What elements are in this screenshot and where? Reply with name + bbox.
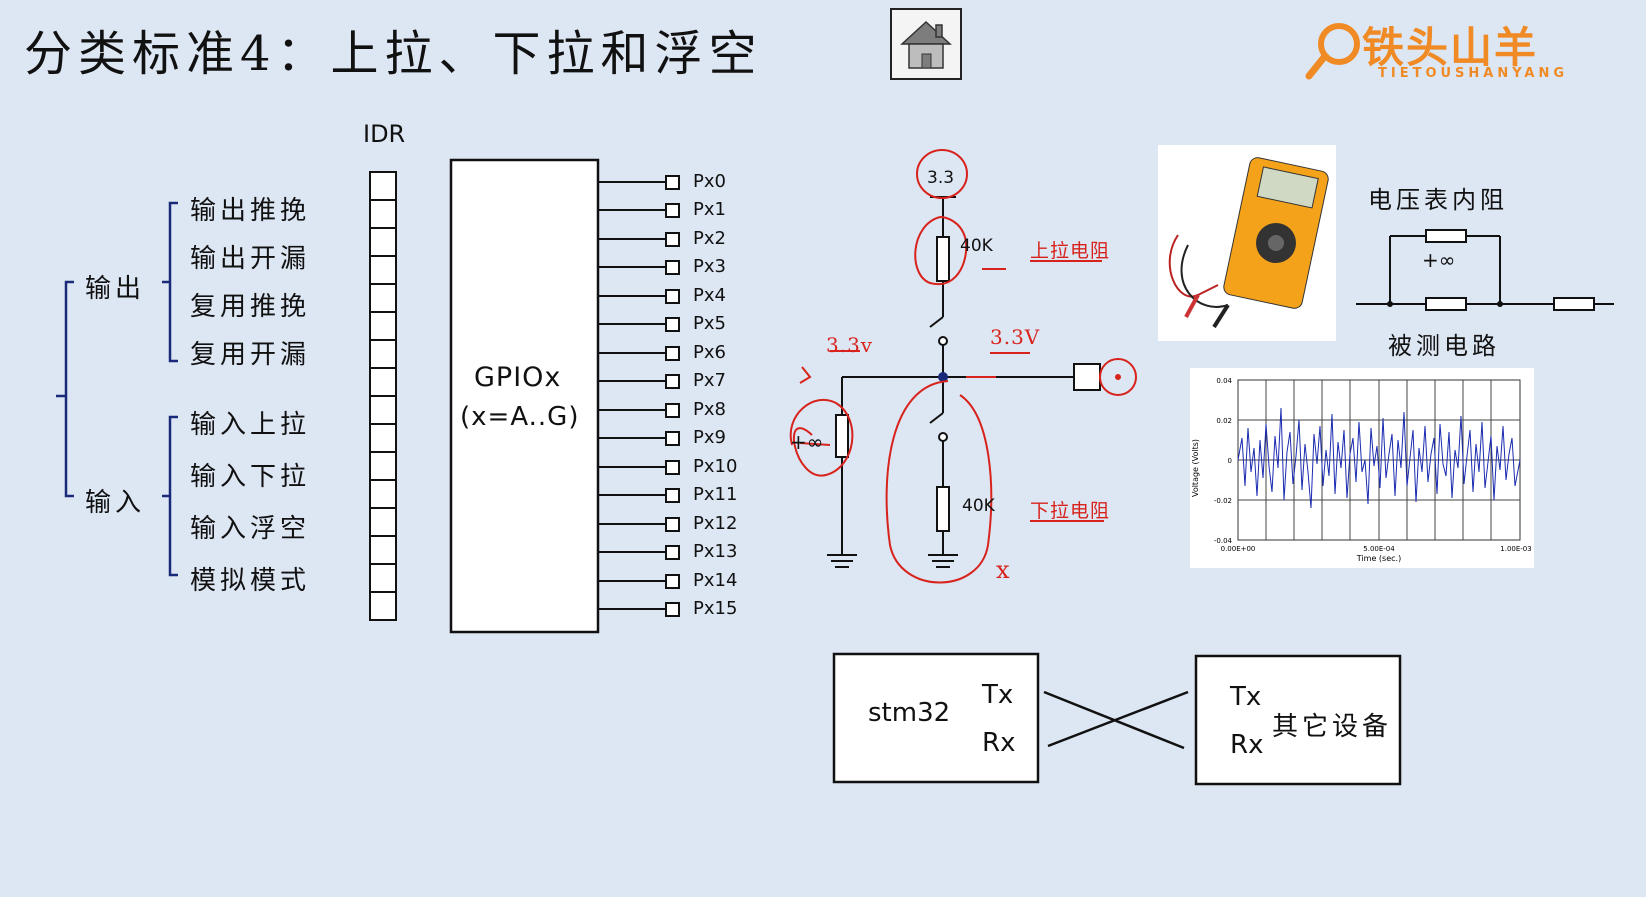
infinite-resistance-label: +∞	[790, 430, 824, 454]
tree-output-label: 输出	[85, 274, 146, 304]
pulldown-note: 下拉电阻	[1030, 500, 1111, 522]
uart-right-device: 其它设备	[1272, 712, 1393, 742]
pin-label: Px8	[693, 399, 726, 420]
pin-label: Px3	[693, 256, 726, 277]
tree-item-af-opendrain: 复用开漏	[190, 340, 311, 370]
pullup-note: 上拉电阻	[1030, 240, 1111, 262]
pin-label: Px4	[693, 285, 726, 306]
noise-ytick: -0.02	[1214, 497, 1232, 505]
noise-xtick: 5.00E-04	[1363, 545, 1395, 553]
noise-ytick: -0.04	[1214, 537, 1233, 545]
home-button[interactable]	[890, 8, 962, 80]
gpio-range: (x=A..G)	[460, 402, 580, 432]
uart-left-tx: Tx	[982, 680, 1014, 710]
pin-label: Px2	[693, 228, 726, 249]
cross-mark: x	[996, 556, 1011, 584]
noise-ylabel: Voltage (Volts)	[1191, 439, 1200, 497]
noise-plot: Voltage (Volts) 0.04 0.02 0 -0.02 -0.04 …	[1190, 368, 1534, 568]
idr-register	[369, 171, 397, 621]
pin-label: Px6	[693, 342, 726, 363]
noise-xtick: 1.00E-03	[1500, 545, 1531, 553]
tree-input-label: 输入	[85, 488, 146, 518]
noise-xlabel: Time (sec.)	[1356, 554, 1401, 563]
pin-label: Px10	[693, 456, 738, 477]
noise-xtick: 0.00E+00	[1221, 545, 1256, 553]
pin-label: Px13	[693, 541, 738, 562]
voltage-note-right: 3.3V	[990, 325, 1041, 349]
tree-item-output-opendrain: 输出开漏	[190, 244, 311, 274]
uart-left-device: stm32	[868, 698, 951, 728]
pin-label: Px0	[693, 171, 726, 192]
noise-ytick: 0.02	[1216, 417, 1232, 425]
gpio-block	[449, 158, 680, 634]
voltmeter-circuit	[1356, 229, 1614, 311]
home-icon	[900, 20, 952, 69]
pulldown-resistor-value: 40K	[962, 496, 995, 516]
pin-label: Px9	[693, 427, 726, 448]
multimeter-icon	[1168, 157, 1329, 329]
pin-label: Px7	[693, 370, 726, 391]
pin-label: Px5	[693, 313, 726, 334]
noise-ytick: 0	[1228, 457, 1232, 465]
voltmeter-inf-label: +∞	[1422, 248, 1456, 272]
idr-label: IDR	[363, 120, 406, 148]
tree-item-input-pulldown: 输入下拉	[190, 462, 311, 492]
tree-item-af-pushpull: 复用推挽	[190, 292, 311, 322]
pin-label: Px11	[693, 484, 738, 505]
logo-subtitle: TIETOUSHANYANG	[1378, 66, 1569, 81]
tree-item-output-pushpull: 输出推挽	[190, 196, 311, 226]
gpio-name: GPIOx	[474, 362, 562, 393]
uart-right-rx: Rx	[1230, 730, 1264, 760]
uart-left-rx: Rx	[982, 728, 1016, 758]
vcc-label: 3.3	[927, 168, 955, 188]
pullup-resistor-value: 40K	[960, 236, 993, 256]
noise-waveform: Voltage (Volts) 0.04 0.02 0 -0.02 -0.04 …	[1191, 377, 1532, 563]
multimeter-image	[1158, 145, 1336, 341]
voltmeter-caption: 被测电路	[1388, 332, 1500, 360]
pull-circuit	[789, 149, 1137, 584]
pin-label: Px15	[693, 598, 738, 619]
tree-brackets	[56, 201, 178, 577]
pin-label: Px1	[693, 199, 726, 220]
tree-item-input-floating: 输入浮空	[190, 514, 311, 544]
voltmeter-title: 电压表内阻	[1368, 186, 1508, 214]
uart-right-tx: Tx	[1230, 682, 1262, 712]
noise-ytick: 0.04	[1216, 377, 1232, 385]
tree-item-input-pullup: 输入上拉	[190, 410, 311, 440]
pin-label: Px14	[693, 570, 738, 591]
tree-item-analog: 模拟模式	[190, 566, 311, 596]
pin-label: Px12	[693, 513, 738, 534]
voltage-note-left: 3.3v	[826, 333, 874, 357]
